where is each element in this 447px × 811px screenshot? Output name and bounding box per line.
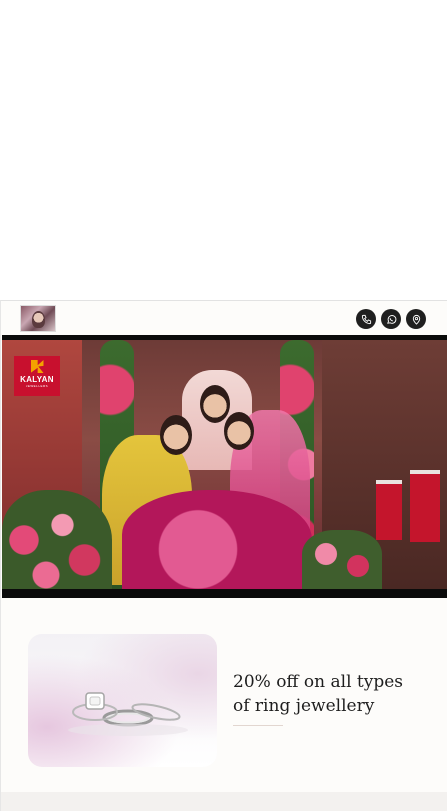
promo-video[interactable]: KALYAN JEWELLERS [2,335,447,598]
offer-title: 20% off on all types of ring jewellery [233,672,404,716]
bottom-strip [1,792,447,811]
video-frame: KALYAN JEWELLERS [2,340,447,589]
kalyan-k-icon [30,360,44,373]
rings-icon [68,692,188,736]
location-pin-icon [412,314,420,325]
top-bar [1,301,447,336]
offer-card[interactable]: 20% off on all types of ring jewellery [1,598,447,792]
divider [233,725,283,726]
whatsapp-button[interactable] [381,309,401,329]
profile-thumbnail[interactable] [20,305,56,332]
ring-image [28,634,217,767]
blank-area [0,0,447,300]
call-button[interactable] [356,309,376,329]
whatsapp-icon [386,314,396,324]
brand-name: KALYAN [20,375,54,384]
phone-icon [361,314,371,324]
store-page: KALYAN JEWELLERS 20% off on all types of… [0,300,447,811]
location-button[interactable] [406,309,426,329]
brand-sub: JEWELLERS [25,384,49,388]
kalyan-logo: KALYAN JEWELLERS [14,356,60,396]
